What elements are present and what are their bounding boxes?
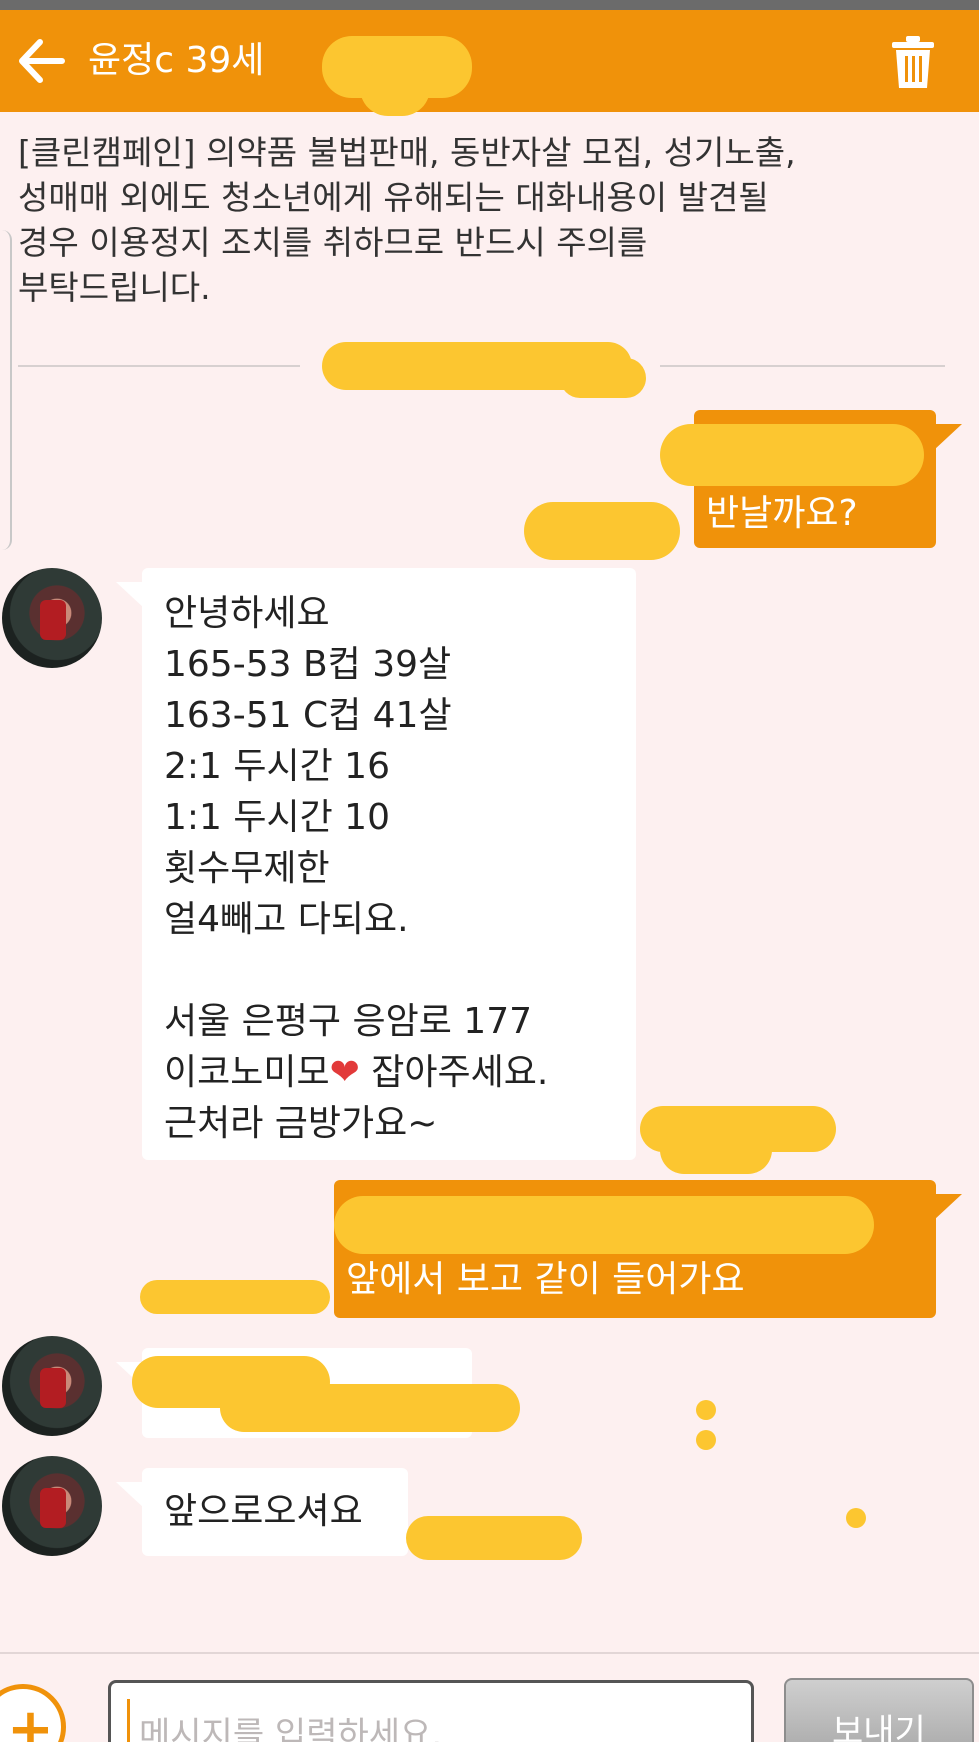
message-text: 반날까요? xyxy=(706,493,858,534)
chat-header: 윤정c 39세 xyxy=(0,10,979,112)
status-strip xyxy=(0,0,979,10)
message-text: 이코노미모 xyxy=(164,1052,330,1093)
date-divider xyxy=(660,365,945,367)
message-line: 163-51 C컵 41살 xyxy=(164,695,452,736)
redaction-mark xyxy=(696,1430,716,1450)
incoming-message[interactable]: 안녕하세요 165-53 B컵 39살 163-51 C컵 41살 2:1 두시… xyxy=(116,568,636,1160)
redaction-mark xyxy=(360,60,430,116)
message-line: 얼4빼고 다되요. xyxy=(164,899,409,940)
message-text: 앞에서 보고 같이 들어가요 xyxy=(346,1259,745,1300)
side-handle[interactable] xyxy=(0,230,12,550)
redaction-mark xyxy=(660,1126,772,1174)
send-button[interactable]: 보내기 xyxy=(784,1678,974,1742)
redaction-mark xyxy=(560,358,646,398)
notice-line: 부탁드립니다. xyxy=(18,268,211,307)
message-line: 2:1 두시간 16 xyxy=(164,746,390,787)
trash-icon[interactable] xyxy=(890,34,936,90)
date-divider xyxy=(18,365,300,367)
redaction-mark xyxy=(524,502,680,560)
redaction-mark xyxy=(696,1400,716,1420)
plus-icon[interactable]: + xyxy=(0,1684,66,1742)
redaction-mark xyxy=(220,1384,520,1432)
notice-line: 성매매 외에도 청소년에게 유해되는 대화내용이 발견될 xyxy=(18,178,769,217)
avatar[interactable] xyxy=(2,568,102,668)
arrow-left-icon[interactable] xyxy=(14,36,66,86)
redaction-mark xyxy=(334,1196,874,1254)
chat-title: 윤정c 39세 xyxy=(88,40,265,81)
redaction-mark xyxy=(406,1516,582,1560)
message-line: 서울 은평구 응암로 177 xyxy=(164,1001,533,1042)
message-text: 잡아주세요. xyxy=(359,1052,549,1093)
message-line: 안녕하세요 xyxy=(164,593,330,634)
message-line: 165-53 B컵 39살 xyxy=(164,644,452,685)
message-line: 이코노미모❤ 잡아주세요. xyxy=(164,1047,636,1098)
heart-icon: ❤ xyxy=(329,1052,360,1093)
avatar[interactable] xyxy=(2,1336,102,1436)
redaction-mark xyxy=(140,1280,330,1314)
notice-line: 경우 이용정지 조치를 취하므로 반드시 주의를 xyxy=(18,223,648,262)
clean-campaign-notice: [클린캠페인] 의약품 불법판매, 동반자살 모집, 성기노출, 성매매 외에도… xyxy=(18,130,958,310)
message-text: 앞으로오셔요 xyxy=(164,1491,363,1532)
avatar[interactable] xyxy=(2,1456,102,1556)
message-line: 1:1 두시간 10 xyxy=(164,797,390,838)
message-input-bar: + 메시지를 입력하세요. 보내기 xyxy=(0,1652,979,1742)
incoming-message[interactable]: 앞으로오셔요 xyxy=(116,1468,408,1556)
message-input[interactable]: 메시지를 입력하세요. xyxy=(108,1680,754,1742)
message-line: 근처라 금방가요~ xyxy=(164,1103,438,1144)
notice-line: [클린캠페인] 의약품 불법판매, 동반자살 모집, 성기노출, xyxy=(18,133,796,172)
message-line xyxy=(164,945,636,996)
redaction-mark xyxy=(660,424,924,486)
redaction-mark xyxy=(846,1508,866,1528)
message-line: 횟수무제한 xyxy=(164,848,330,889)
